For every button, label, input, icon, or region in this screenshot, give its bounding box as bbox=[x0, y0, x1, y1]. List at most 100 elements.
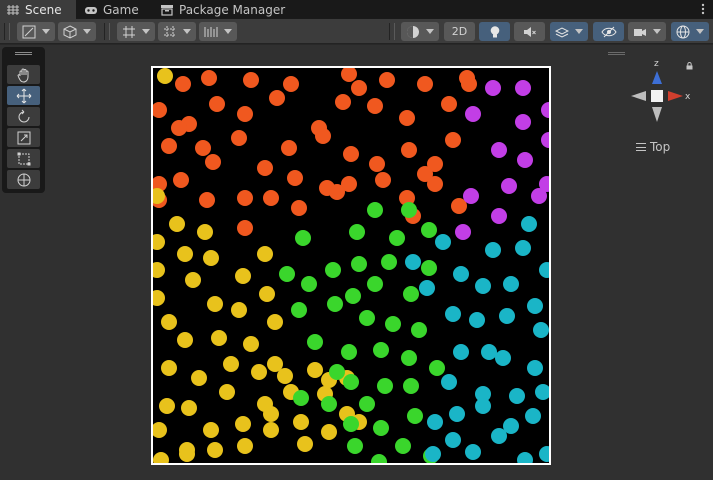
yellow-particle bbox=[207, 296, 223, 312]
unity-editor-window: Scene Game Package Manager 2D z x Top bbox=[0, 0, 713, 480]
camera-dropdown[interactable] bbox=[628, 22, 666, 41]
yellow-particle bbox=[257, 246, 273, 262]
green-particle bbox=[401, 350, 417, 366]
orange-particle bbox=[367, 98, 383, 114]
yellow-particle bbox=[297, 436, 313, 452]
tab-scene[interactable]: Scene bbox=[0, 0, 76, 19]
chevron-down-icon bbox=[426, 29, 434, 34]
align-dropdown[interactable] bbox=[199, 22, 237, 41]
magenta-particle bbox=[501, 178, 517, 194]
x-axis-cone[interactable] bbox=[668, 91, 683, 101]
shading-mode-dropdown[interactable] bbox=[58, 22, 96, 41]
magenta-particle bbox=[515, 80, 531, 96]
transform-tool-button[interactable] bbox=[7, 170, 40, 189]
effects-dropdown[interactable] bbox=[550, 22, 588, 41]
yellow-particle bbox=[307, 362, 323, 378]
yellow-particle bbox=[243, 336, 259, 352]
green-particle bbox=[403, 286, 419, 302]
green-particle bbox=[343, 416, 359, 432]
lightbulb-icon bbox=[490, 25, 499, 37]
orange-particle bbox=[375, 172, 391, 188]
orange-particle bbox=[209, 96, 225, 112]
neg-x-axis-cone[interactable] bbox=[631, 91, 646, 101]
rect-tool-button[interactable] bbox=[7, 149, 40, 168]
orange-particle bbox=[329, 184, 345, 200]
yellow-particle bbox=[161, 314, 177, 330]
cube-icon bbox=[63, 24, 77, 39]
green-particle bbox=[295, 230, 311, 246]
toggle-2d-button[interactable]: 2D bbox=[444, 22, 475, 41]
chevron-down-icon bbox=[575, 29, 583, 34]
yellow-particle bbox=[179, 446, 195, 462]
cyan-particle bbox=[499, 308, 515, 324]
scale-tool-button[interactable] bbox=[7, 128, 40, 147]
orange-particle bbox=[263, 190, 279, 206]
toolbar-grip bbox=[104, 23, 110, 40]
lighting-toggle[interactable] bbox=[479, 22, 510, 41]
green-particle bbox=[359, 310, 375, 326]
audio-toggle[interactable] bbox=[514, 22, 545, 41]
rotate-tool-button[interactable] bbox=[7, 107, 40, 126]
orange-particle bbox=[175, 76, 191, 92]
grid-snapping-dropdown[interactable] bbox=[117, 22, 155, 41]
orientation-gizmo[interactable]: z x bbox=[628, 56, 691, 128]
orange-particle bbox=[199, 192, 215, 208]
orange-particle bbox=[257, 160, 273, 176]
game-canvas[interactable] bbox=[151, 66, 551, 465]
green-particle bbox=[377, 378, 393, 394]
green-particle bbox=[385, 316, 401, 332]
cyan-particle bbox=[533, 322, 549, 338]
cyan-particle bbox=[465, 444, 481, 460]
green-particle bbox=[429, 360, 445, 376]
yellow-particle bbox=[161, 360, 177, 376]
scale-icon bbox=[17, 131, 30, 144]
yellow-particle bbox=[231, 302, 247, 318]
orange-particle bbox=[417, 76, 433, 92]
green-particle bbox=[367, 276, 383, 292]
draw-mode-dropdown[interactable] bbox=[17, 22, 55, 41]
cyan-particle bbox=[509, 388, 525, 404]
cyan-particle bbox=[527, 298, 543, 314]
yellow-particle bbox=[153, 452, 169, 463]
rect-transform-icon bbox=[17, 152, 30, 165]
scene-visibility-toggle[interactable] bbox=[593, 22, 624, 41]
cyan-particle bbox=[503, 276, 519, 292]
orange-particle bbox=[427, 176, 443, 192]
green-particle bbox=[307, 334, 323, 350]
tab-game[interactable]: Game bbox=[78, 0, 150, 19]
yellow-particle bbox=[177, 332, 193, 348]
green-particle bbox=[421, 260, 437, 276]
hand-tool-button[interactable] bbox=[7, 65, 40, 84]
gizmo-center-cube[interactable] bbox=[651, 90, 663, 102]
cyan-particle bbox=[517, 452, 533, 463]
cyan-particle bbox=[441, 374, 457, 390]
cyan-particle bbox=[427, 414, 443, 430]
view-projection-label[interactable]: Top bbox=[636, 140, 670, 154]
scene-toolbar: 2D bbox=[0, 19, 713, 44]
orange-particle bbox=[343, 146, 359, 162]
camera-icon bbox=[634, 28, 646, 36]
shading-style-dropdown[interactable] bbox=[401, 22, 439, 41]
incremental-snap-dropdown[interactable] bbox=[158, 22, 196, 41]
orange-particle bbox=[351, 80, 367, 96]
tools-overlay-handle[interactable] bbox=[15, 52, 32, 55]
more-options-icon[interactable] bbox=[701, 3, 705, 15]
yellow-particle bbox=[197, 224, 213, 240]
overlay-grip[interactable] bbox=[608, 52, 625, 55]
gizmos-dropdown[interactable] bbox=[671, 22, 709, 41]
orange-particle bbox=[281, 140, 297, 156]
magenta-particle bbox=[491, 208, 507, 224]
z-axis-cone[interactable] bbox=[652, 71, 662, 84]
tab-package-manager[interactable]: Package Manager bbox=[154, 0, 294, 19]
cyan-particle bbox=[485, 242, 501, 258]
chevron-down-icon bbox=[183, 29, 191, 34]
cyan-particle bbox=[481, 344, 497, 360]
gamepad-icon bbox=[85, 6, 97, 14]
move-tool-button[interactable] bbox=[7, 86, 40, 105]
orange-particle bbox=[205, 154, 221, 170]
green-particle bbox=[403, 378, 419, 394]
magenta-particle bbox=[455, 224, 471, 240]
orange-particle bbox=[237, 220, 253, 236]
yellow-particle bbox=[177, 246, 193, 262]
y-axis-cone[interactable] bbox=[652, 107, 662, 122]
